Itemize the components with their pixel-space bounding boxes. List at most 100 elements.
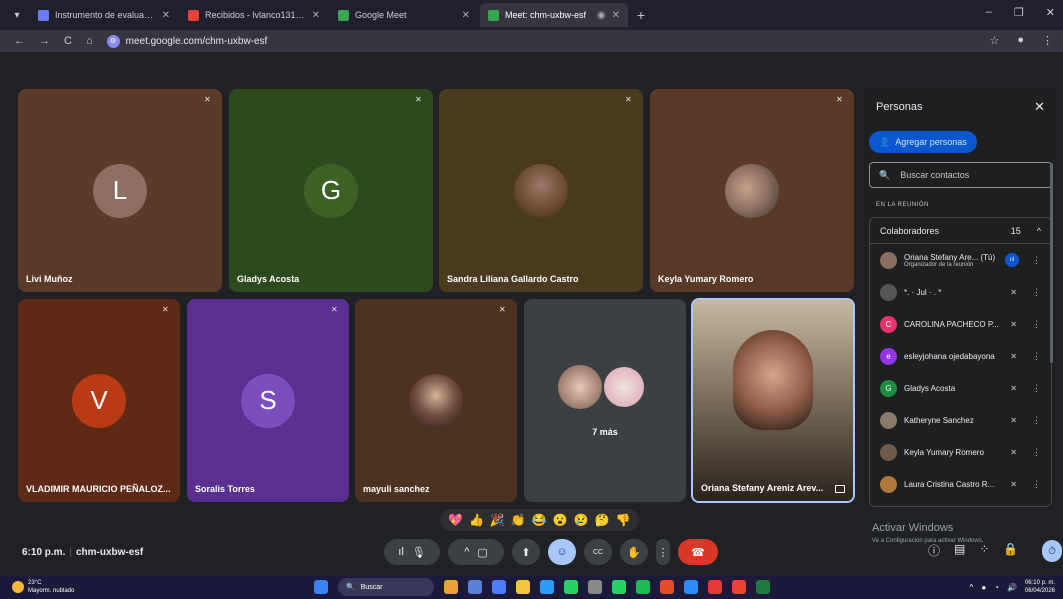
surprised-reaction-icon[interactable]: 😮	[553, 513, 568, 527]
app-icon[interactable]	[660, 580, 674, 594]
more-vert-icon[interactable]: ⋮	[1032, 351, 1041, 362]
party-reaction-icon[interactable]: 🎉	[490, 513, 505, 527]
chrome-icon[interactable]	[732, 580, 746, 594]
clap-reaction-icon[interactable]: 👏	[511, 513, 526, 527]
more-vert-icon[interactable]: ⋮	[1032, 255, 1041, 266]
close-tab-icon[interactable]: ✕	[312, 10, 320, 21]
windows-start-icon[interactable]	[314, 580, 328, 594]
bookmark-star-icon[interactable]: ☆	[989, 34, 999, 47]
file-explorer-icon[interactable]	[516, 580, 530, 594]
participant-row[interactable]: Oriana Stefany Are... (Tú) Organizador de…	[870, 244, 1051, 276]
wifi-icon[interactable]: ◔	[994, 583, 999, 592]
participant-tile[interactable]: ✕ Keyla Yumary Romero	[650, 89, 854, 292]
task-view-icon[interactable]	[468, 580, 482, 594]
panel-scrollbar[interactable]	[1050, 163, 1053, 363]
heart-reaction-icon[interactable]: 💖	[448, 513, 463, 527]
laugh-reaction-icon[interactable]: 😂	[532, 513, 547, 527]
participant-tile[interactable]: ✕ Sandra Liliana Gallardo Castro	[439, 89, 643, 292]
acrobat-icon[interactable]	[708, 580, 722, 594]
restore-icon[interactable]: ❐	[1014, 6, 1024, 19]
chevron-up-icon[interactable]: ^	[1037, 226, 1041, 236]
close-icon[interactable]: ✕	[1034, 99, 1045, 115]
close-tab-icon[interactable]: ✕	[162, 10, 170, 21]
weather-widget[interactable]: 23°C Mayorm. nublado	[12, 579, 74, 595]
participant-row[interactable]: C CAROLINA PACHECO P... ✕ ⋮	[870, 308, 1051, 340]
tray-app-icon[interactable]: ●	[981, 583, 986, 592]
home-icon[interactable]: ⌂	[86, 35, 93, 47]
mic-icon: 🎙	[411, 546, 426, 559]
present-button[interactable]: ⬆	[512, 539, 540, 565]
profile-icon[interactable]: ●	[1017, 34, 1024, 47]
reload-icon[interactable]: C	[64, 35, 72, 47]
more-vert-icon[interactable]: ⋮	[1032, 447, 1041, 458]
reactions-button[interactable]: ☺	[548, 539, 576, 565]
participant-tile[interactable]: ✕ mayuli sanchez	[355, 299, 517, 502]
lock-icon[interactable]: 🔒	[1003, 542, 1018, 559]
host-controls-button[interactable]: ⏱	[1042, 540, 1062, 562]
collaborators-header[interactable]: Colaboradores 15 ^	[870, 218, 1051, 244]
raise-hand-button[interactable]: ✋	[620, 539, 648, 565]
whatsapp-icon[interactable]	[564, 580, 578, 594]
chat-icon[interactable]: ▤	[954, 542, 965, 559]
info-icon[interactable]: ⓘ	[928, 542, 940, 559]
thinking-reaction-icon[interactable]: 🤔	[595, 513, 610, 527]
more-vert-icon[interactable]: ⋮	[1032, 383, 1041, 394]
more-vert-icon[interactable]: ⋮	[1032, 415, 1041, 426]
camera-control[interactable]: ^ ▢	[448, 539, 504, 565]
participant-row[interactable]: *. · Jul · . * ✕ ⋮	[870, 276, 1051, 308]
sad-reaction-icon[interactable]: 😢	[574, 513, 589, 527]
participant-tile[interactable]: S ✕ Soralis Torres	[187, 299, 349, 502]
chevron-up-icon[interactable]: ^	[464, 546, 469, 558]
more-vert-icon[interactable]: ⋮	[1032, 287, 1041, 298]
tab-instrumento[interactable]: Instrumento de evaluación ✕	[30, 3, 178, 27]
edge-icon[interactable]	[540, 580, 554, 594]
whatsapp-alt-icon[interactable]	[612, 580, 626, 594]
tab-search-icon[interactable]: ▾	[6, 4, 28, 26]
add-people-button[interactable]: 👤 Agregar personas	[869, 131, 977, 153]
clock[interactable]: 06:10 p. m. 06/04/2026	[1025, 579, 1055, 595]
participant-row[interactable]: Laura Cristina Castro R... ✕ ⋮	[870, 468, 1051, 500]
close-tab-icon[interactable]: ✕	[612, 10, 620, 21]
taskbar-search[interactable]: 🔍 Buscar	[338, 578, 434, 596]
participant-row[interactable]: e esleyjohana ojedabayona ✕ ⋮	[870, 340, 1051, 372]
participant-row[interactable]: Keyla Yumary Romero ✕ ⋮	[870, 436, 1051, 468]
captions-button[interactable]: CC	[584, 539, 612, 565]
forward-icon[interactable]: →	[39, 35, 50, 47]
tab-google-meet[interactable]: Google Meet ✕	[330, 3, 478, 27]
participant-row[interactable]: G Gladys Acosta ✕ ⋮	[870, 372, 1051, 404]
more-participants-tile[interactable]: 7 más	[524, 299, 686, 502]
participant-tile[interactable]: L ✕ Livi Muñoz	[18, 89, 222, 292]
app-icon[interactable]	[684, 580, 698, 594]
thumbs-up-reaction-icon[interactable]: 👍	[469, 513, 484, 527]
url-field[interactable]: ⚙ meet.google.com/chm-uxbw-esf	[106, 34, 267, 48]
pip-icon[interactable]	[835, 485, 845, 493]
more-vert-icon[interactable]: ⋮	[1032, 479, 1041, 490]
more-vert-icon[interactable]: ⋮	[1032, 319, 1041, 330]
chevron-up-icon[interactable]: ^	[970, 583, 974, 592]
excel-icon[interactable]	[756, 580, 770, 594]
back-icon[interactable]: ←	[14, 35, 25, 47]
widgets-icon[interactable]	[444, 580, 458, 594]
new-tab-button[interactable]: +	[630, 7, 652, 23]
thumbs-down-reaction-icon[interactable]: 👎	[616, 513, 631, 527]
site-info-icon[interactable]: ⚙	[106, 34, 120, 48]
tab-meet-call[interactable]: Meet: chm-uxbw-esf ◉ ✕	[480, 3, 628, 27]
store-icon[interactable]	[588, 580, 602, 594]
minimize-icon[interactable]: –	[986, 6, 992, 19]
more-options-button[interactable]: ⋮	[656, 539, 670, 565]
participant-tile[interactable]: V ✕ VLADIMIR MAURICIO PEÑALOZ...	[18, 299, 180, 502]
mic-control[interactable]: ıl 🎙	[384, 539, 440, 565]
copilot-icon[interactable]	[492, 580, 506, 594]
activities-icon[interactable]: ⁘	[979, 542, 989, 559]
close-window-icon[interactable]: ✕	[1046, 6, 1055, 19]
participant-row[interactable]: Katheryne Sanchez ✕ ⋮	[870, 404, 1051, 436]
search-contacts-input[interactable]: 🔍 Buscar contactos	[869, 162, 1052, 188]
participant-tile[interactable]: G ✕ Gladys Acosta	[229, 89, 433, 292]
volume-icon[interactable]: 🔊	[1007, 583, 1017, 592]
tab-gmail[interactable]: Recibidos - lvlanco1316@gmail ✕	[180, 3, 328, 27]
close-tab-icon[interactable]: ✕	[462, 10, 470, 21]
browser-menu-icon[interactable]: ⋮	[1042, 34, 1053, 47]
spotify-icon[interactable]	[636, 580, 650, 594]
leave-call-button[interactable]: ☎	[678, 539, 718, 565]
self-video-tile[interactable]: Oriana Stefany Areniz Arev...	[691, 298, 855, 503]
